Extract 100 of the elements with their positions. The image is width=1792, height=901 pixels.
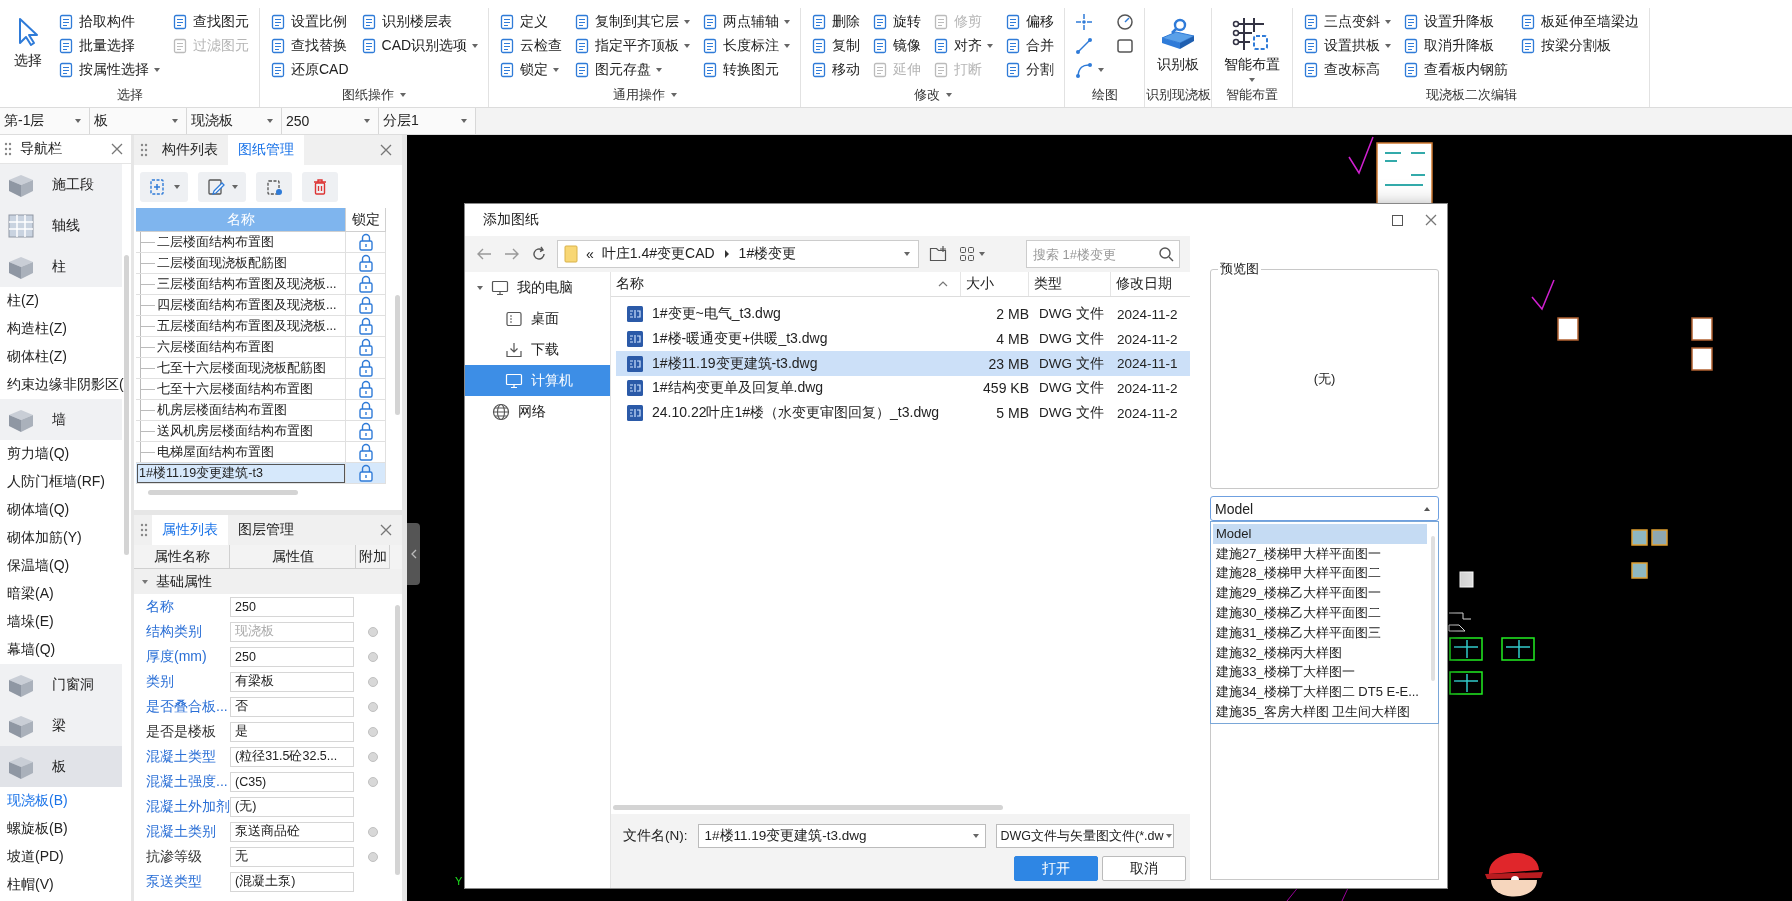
tool-button[interactable]: 板延伸至墙梁边	[1520, 10, 1640, 34]
column-header[interactable]: 类型	[1029, 272, 1111, 296]
tool-button[interactable]: 镜像	[872, 34, 922, 58]
drawing-name[interactable]: 二层楼面结构布置图	[136, 232, 346, 253]
tool-button[interactable]: 查找替换	[270, 34, 349, 58]
nav-item[interactable]: 人防门框墙(RF)	[0, 468, 131, 496]
attach-checkbox[interactable]	[368, 826, 378, 837]
maximize-icon[interactable]	[1392, 214, 1403, 226]
panel-tab[interactable]: 构件列表	[152, 135, 228, 165]
property-value[interactable]: 250	[230, 646, 354, 667]
file-row[interactable]: 24.10.22叶庄1#楼（水变更审图回复）_t3.dwg 5 MB DWG 文件 2024-11-2	[616, 400, 1190, 426]
tool-button[interactable]: 智能布置	[1222, 10, 1283, 84]
attach-checkbox[interactable]	[368, 726, 378, 737]
panel-tab[interactable]: 图纸管理	[228, 135, 304, 165]
file-row[interactable]: 1#变更~电气_t3.dwg 2 MB DWG 文件 2024-11-2	[616, 302, 1190, 327]
tool-button[interactable]: 查看板内钢筋	[1403, 58, 1509, 82]
property-group[interactable]: 基础属性	[134, 569, 402, 594]
drawing-name[interactable]: 送风机房层楼面结构布置图	[136, 421, 346, 442]
dropdown-option[interactable]: 建施34_楼梯丁大样图二 DT5 E-E...	[1213, 682, 1427, 703]
open-button[interactable]: 打开	[1014, 856, 1098, 881]
nav-place[interactable]: 下载	[465, 334, 610, 365]
nav-item[interactable]: 墙垛(E)	[0, 608, 131, 636]
tool-button[interactable]: 旋转	[872, 10, 922, 34]
tool-button[interactable]: 合并	[1005, 34, 1055, 58]
cancel-button[interactable]: 取消	[1102, 856, 1186, 881]
address-field[interactable]: « 叶庄1.4#变更CAD 1#楼变更	[557, 240, 919, 268]
tool-button[interactable]: 按梁分割板	[1520, 34, 1640, 58]
dropdown-option[interactable]: 建施35_客房大样图 卫生间大样图	[1213, 702, 1427, 722]
search-field[interactable]: 搜索 1#楼变更	[1026, 240, 1180, 268]
tool-button[interactable]: 取消升降板	[1403, 34, 1509, 58]
collapse-handle[interactable]	[407, 523, 420, 585]
breadcrumb[interactable]: 叶庄1.4#变更CAD	[601, 245, 715, 263]
dropdown-option[interactable]: 建施30_楼梯乙大样平面图二	[1213, 603, 1427, 623]
expand-icon[interactable]	[477, 285, 483, 290]
nav-place[interactable]: 我的电脑	[465, 272, 610, 303]
tool-button[interactable]: 三点变斜	[1303, 10, 1392, 34]
attach-checkbox[interactable]	[368, 676, 378, 687]
nav-item[interactable]: 螺旋板(B)	[0, 815, 131, 843]
tool-button[interactable]: 删除	[811, 10, 861, 34]
nav-category[interactable]: 施工段	[0, 164, 122, 205]
nav-item[interactable]: 暗梁(A)	[0, 580, 131, 608]
dropdown-option[interactable]: 建施28_楼梯甲大样平面图二	[1213, 563, 1427, 584]
tool-button[interactable]: 设置拱板	[1303, 34, 1392, 58]
scrollbar[interactable]	[395, 605, 400, 875]
attach-checkbox[interactable]	[368, 651, 378, 662]
tool-button[interactable]: 对齐	[933, 34, 994, 58]
property-value[interactable]: 有梁板	[230, 671, 354, 692]
nav-category[interactable]: 梁	[0, 705, 122, 746]
scrollbar[interactable]	[395, 295, 400, 415]
file-row[interactable]: 1#结构变更单及回复单.dwg 459 KB DWG 文件 2024-11-2	[616, 376, 1190, 401]
tool-button[interactable]: 长度标注	[702, 34, 791, 58]
tool-button[interactable]: 图元存盘	[574, 58, 691, 82]
tool-button[interactable]: 查找图元	[172, 10, 249, 34]
level-select[interactable]: 分层1	[379, 108, 476, 134]
attach-checkbox[interactable]	[368, 701, 378, 712]
tool-button[interactable]: CAD识别选项	[360, 34, 479, 58]
dropdown-option[interactable]: 建施27_楼梯甲大样平面图一	[1213, 543, 1427, 564]
nav-item[interactable]: 幕墙(Q)	[0, 636, 131, 664]
nav-item[interactable]: 砌体墙(Q)	[0, 496, 131, 524]
property-value[interactable]: (C35)	[230, 771, 354, 792]
tool-button[interactable]: 定义	[499, 10, 563, 34]
dropdown-option[interactable]: 建施29_楼梯乙大样平面图一	[1213, 583, 1427, 604]
tool-button[interactable]: 云检查	[499, 34, 563, 58]
scrollbar[interactable]	[613, 805, 1003, 810]
drawing-name[interactable]: 1#楼11.19变更建筑-t3	[136, 463, 346, 484]
nav-item[interactable]: 砌体加筋(Y)	[0, 524, 131, 552]
toolbar-button[interactable]	[302, 171, 338, 202]
property-value[interactable]: 250	[230, 596, 354, 617]
drawing-name[interactable]: 七至十六层楼面现浇板配筋图	[136, 358, 346, 379]
nav-item[interactable]: 约束边缘非阴影区(	[0, 371, 131, 399]
nav-category[interactable]: 板	[0, 746, 122, 787]
tool-button[interactable]: 复制	[811, 34, 861, 58]
drawing-name[interactable]: 四层楼面结构布置图及现浇板...	[136, 295, 346, 316]
nav-item[interactable]: 剪力墙(Q)	[0, 440, 131, 468]
tool-button[interactable]: 批量选择	[58, 34, 160, 58]
nav-place[interactable]: 网络	[465, 396, 610, 427]
attach-checkbox[interactable]	[368, 776, 378, 787]
tool-button[interactable]: 选择	[10, 10, 46, 84]
drawing-name[interactable]: 三层楼面结构布置图及现浇板...	[136, 274, 346, 295]
tool-button[interactable]: 设置升降板	[1403, 10, 1509, 34]
property-value[interactable]: 是	[230, 721, 354, 742]
dropdown-option[interactable]: 建施33_楼梯丁大样图一	[1213, 662, 1427, 683]
toolbar-button[interactable]	[256, 171, 292, 202]
property-value[interactable]: (混凝土泵)	[230, 871, 354, 892]
column-header[interactable]: 修改日期	[1111, 272, 1186, 296]
nav-item[interactable]: 砌体柱(Z)	[0, 343, 131, 371]
tool-button[interactable]: 设置比例	[270, 10, 349, 34]
scrollbar[interactable]	[148, 490, 298, 495]
tool-button[interactable]: 两点辅轴	[702, 10, 791, 34]
nav-item[interactable]: 柱(Z)	[0, 287, 131, 315]
column-header[interactable]: 名称	[611, 272, 961, 296]
tool-button[interactable]: 按属性选择	[58, 58, 160, 82]
toolbar-button[interactable]	[140, 171, 188, 202]
dropdown-option[interactable]: 建施32_楼梯丙大样图	[1213, 642, 1427, 663]
nav-category[interactable]: 门窗洞	[0, 664, 122, 705]
property-value[interactable]: 否	[230, 696, 354, 717]
drawing-name[interactable]: 七至十六层楼面结构布置图	[136, 379, 346, 400]
panel-tab[interactable]: 属性列表	[152, 515, 228, 545]
property-value[interactable]: 泵送商品砼	[230, 821, 354, 842]
tool-button[interactable]: 复制到其它层	[574, 10, 691, 34]
